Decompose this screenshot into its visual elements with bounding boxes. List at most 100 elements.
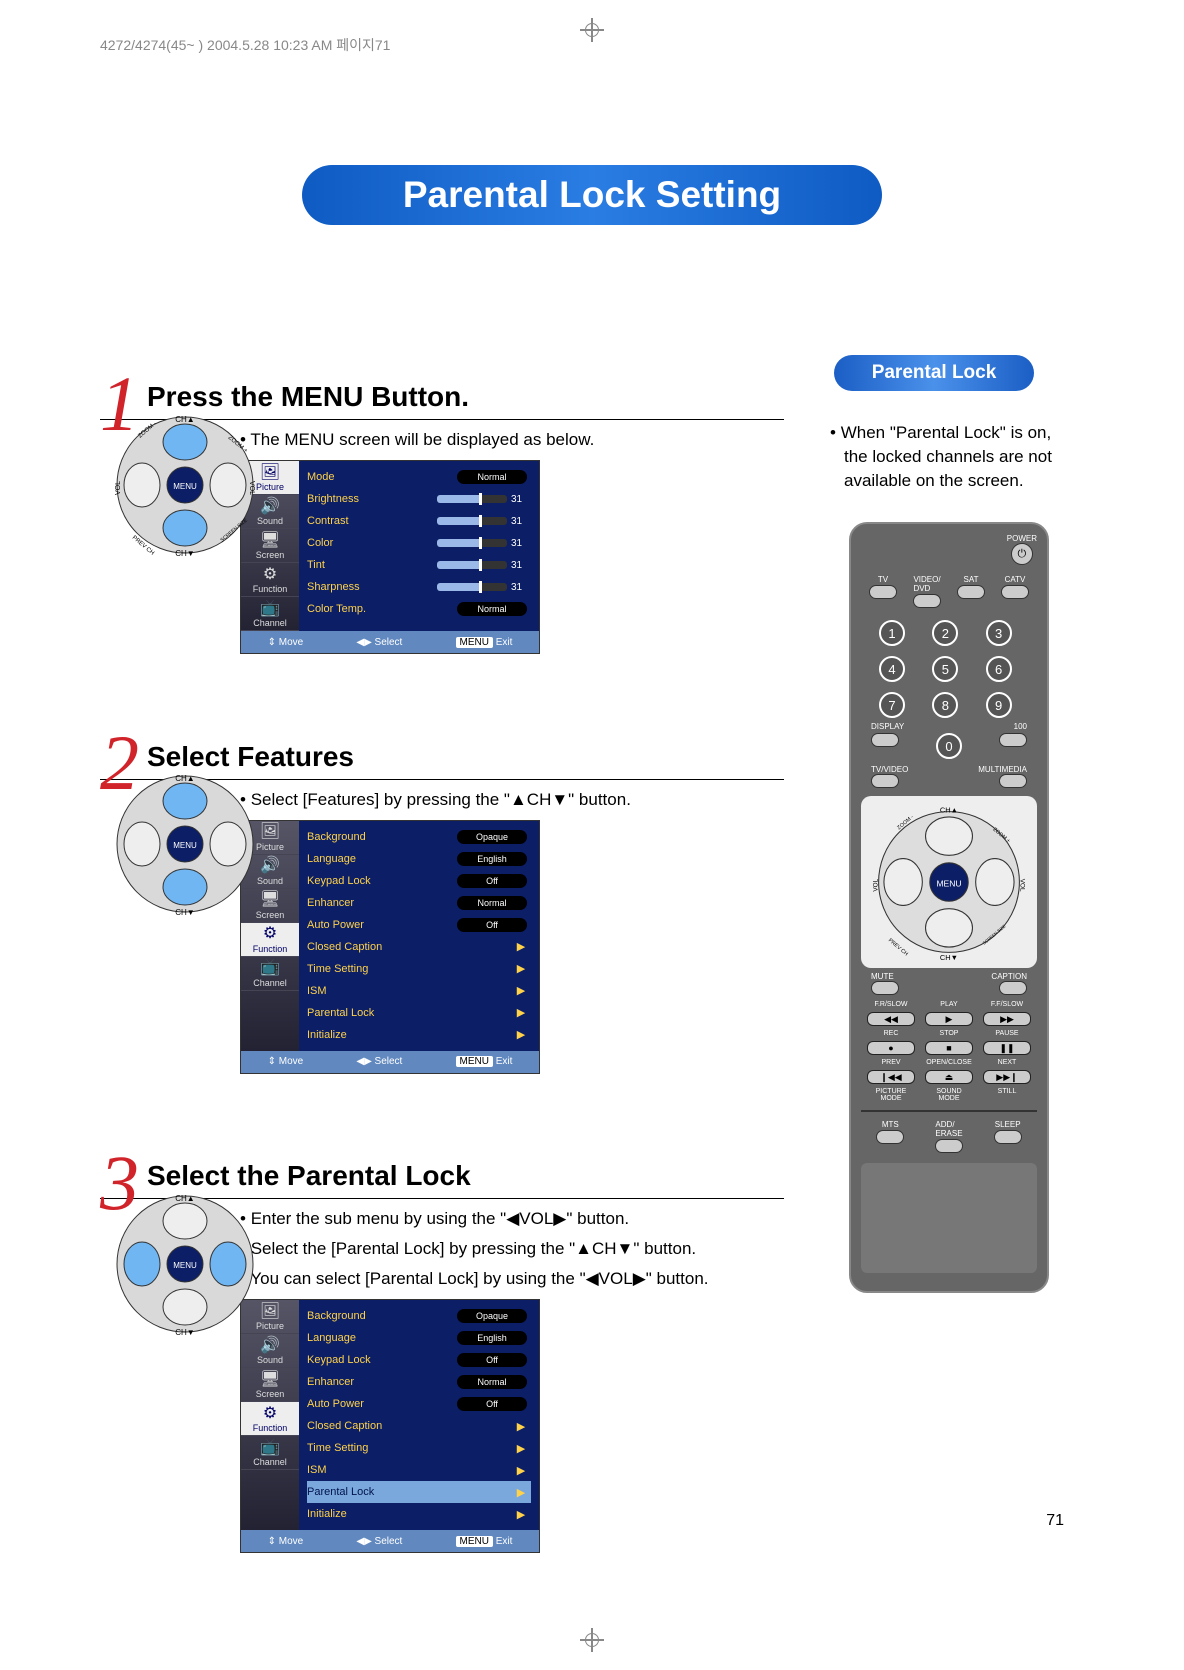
bottom-sleep: SLEEP <box>994 1120 1022 1153</box>
osd-row-language: LanguageEnglish <box>307 848 531 870</box>
display-label: DISPLAY <box>871 722 904 731</box>
num-1-button: 1 <box>879 620 905 646</box>
tvvideo-label: TV/VIDEO <box>871 765 908 774</box>
media-f-r-slow: F.R/SLOW <box>867 1001 915 1008</box>
page-number: 71 <box>1046 1512 1064 1530</box>
media-stop: STOP <box>925 1030 973 1037</box>
parental-lock-note: When "Parental Lock" is on, the locked c… <box>844 421 1074 492</box>
svg-text:MENU: MENU <box>173 482 197 491</box>
registration-mark-top <box>580 18 604 42</box>
registration-mark-bottom <box>580 1628 604 1652</box>
num-6-button: 6 <box>986 656 1012 682</box>
source-video: VIDEO/DVD <box>913 575 941 608</box>
osd-category-channel: 📺Channel <box>241 597 299 631</box>
media--: ▶▶ <box>983 1012 1031 1026</box>
power-label: POWER <box>1007 534 1037 543</box>
media-sound-mode: SOUND MODE <box>925 1088 973 1102</box>
dpad-illustration-2: MENU CH▲ CH▼ <box>110 769 260 919</box>
parental-lock-label-pill: Parental Lock <box>834 355 1034 391</box>
svg-text:VOL: VOL <box>873 879 880 892</box>
osd-row-time-setting: Time Setting▶ <box>307 1437 531 1459</box>
svg-text:MENU: MENU <box>173 1261 197 1270</box>
osd-row-closed-caption: Closed Caption▶ <box>307 1415 531 1437</box>
num-5-button: 5 <box>932 656 958 682</box>
display-button <box>871 733 899 747</box>
osd-row-parental-lock: Parental Lock▶ <box>307 1002 531 1024</box>
osd-footer: ⇕ Move◀▶ SelectMENU Exit <box>241 1530 539 1552</box>
remote-blank-panel <box>861 1163 1037 1273</box>
osd-row-keypad-lock: Keypad LockOff <box>307 1349 531 1371</box>
source-sat: SAT <box>957 575 985 608</box>
svg-text:MENU: MENU <box>936 879 961 889</box>
hundred-button <box>999 733 1027 747</box>
osd-footer: ⇕ Move◀▶ SelectMENU Exit <box>241 1051 539 1073</box>
bottom-mts: MTS <box>876 1120 904 1153</box>
osd-row-auto-power: Auto PowerOff <box>307 914 531 936</box>
osd-row-language: LanguageEnglish <box>307 1327 531 1349</box>
dpad-illustration-3: MENU CH▲ CH▼ <box>110 1189 260 1339</box>
media--: ■ <box>925 1041 973 1055</box>
svg-text:CH▲: CH▲ <box>175 774 194 783</box>
media-next: NEXT <box>983 1059 1031 1066</box>
media-picture-mode: PICTURE MODE <box>867 1088 915 1102</box>
step-3-bullet-0: Enter the sub menu by using the "◀VOL▶" … <box>240 1209 784 1229</box>
media--: ▶▶❙ <box>983 1070 1031 1084</box>
osd-row-initialize: Initialize▶ <box>307 1024 531 1046</box>
num-8-button: 8 <box>932 692 958 718</box>
power-button: ⏻ <box>1011 543 1033 565</box>
media-pause: PAUSE <box>983 1030 1031 1037</box>
hundred-label: 100 <box>1014 722 1027 731</box>
svg-text:CH▼: CH▼ <box>940 953 958 962</box>
osd-category-function: ⚙Function <box>241 923 299 957</box>
remote-dpad: MENU CH▲ CH▼ VOL VOL ZOOM - ZOOM + PREV … <box>869 802 1029 962</box>
num-7-button: 7 <box>879 692 905 718</box>
svg-text:CH▼: CH▼ <box>175 1328 194 1337</box>
svg-text:CH▲: CH▲ <box>175 1194 194 1203</box>
media-rec: REC <box>867 1030 915 1037</box>
tvvideo-button <box>871 774 899 788</box>
bottom-add: ADD/ ERASE <box>935 1120 963 1153</box>
osd-row-background: BackgroundOpaque <box>307 1305 531 1327</box>
steps-column: 1 Press the MENU Button. MENU CH▲ CH▼ VO… <box>100 355 784 1613</box>
media--: ● <box>867 1041 915 1055</box>
osd-footer: ⇕ Move◀▶ SelectMENU Exit <box>241 631 539 653</box>
osd-row-background: BackgroundOpaque <box>307 826 531 848</box>
osd-row-mode: ModeNormal <box>307 466 531 488</box>
osd-row-color: Color31 <box>307 532 531 554</box>
osd-category-channel: 📺Channel <box>241 957 299 991</box>
page-title-pill: Parental Lock Setting <box>302 165 882 225</box>
media--: ❚❚ <box>983 1041 1031 1055</box>
dpad-illustration-1: MENU CH▲ CH▼ VOL VOL ZOOM - ZOOM + PREV … <box>110 410 260 560</box>
osd-category-channel: 📺Channel <box>241 1436 299 1470</box>
osd-row-tint: Tint31 <box>307 554 531 576</box>
osd-category-sound: 🔊Sound <box>241 1334 299 1368</box>
num-4-button: 4 <box>879 656 905 682</box>
svg-text:CH▼: CH▼ <box>175 549 194 558</box>
media-prev: PREV <box>867 1059 915 1066</box>
osd-row-contrast: Contrast31 <box>307 510 531 532</box>
osd-row-ism: ISM▶ <box>307 1459 531 1481</box>
source-catv: CATV <box>1001 575 1029 608</box>
step-3-bullet-2: You can select [Parental Lock] by using … <box>240 1269 784 1289</box>
num-2-button: 2 <box>932 620 958 646</box>
svg-text:MENU: MENU <box>173 841 197 850</box>
num-0-button: 0 <box>936 733 962 759</box>
media-still: STILL <box>983 1088 1031 1102</box>
remote-illustration: POWER ⏻ TVVIDEO/DVDSATCATV 123456789 DIS… <box>849 522 1049 1293</box>
caption-button <box>999 981 1027 995</box>
svg-text:CH▲: CH▲ <box>175 415 194 424</box>
step-2: 2 Select Features MENU CH▲ CH▼ Select [F… <box>100 714 784 1073</box>
osd-row-brightness: Brightness31 <box>307 488 531 510</box>
media-play: PLAY <box>925 1001 973 1008</box>
mute-label: MUTE <box>871 972 894 981</box>
step-1-bullet-0: The MENU screen will be displayed as bel… <box>240 430 784 450</box>
mute-button <box>871 981 899 995</box>
multimedia-label: MULTIMEDIA <box>978 765 1027 774</box>
media--: ❙◀◀ <box>867 1070 915 1084</box>
osd-row-parental-lock: Parental Lock▶ <box>307 1481 531 1503</box>
multimedia-button <box>999 774 1027 788</box>
media--: ▶ <box>925 1012 973 1026</box>
osd-category-function: ⚙Function <box>241 563 299 597</box>
media-open-close: OPEN/CLOSE <box>925 1059 973 1066</box>
osd-category-function: ⚙Function <box>241 1402 299 1436</box>
